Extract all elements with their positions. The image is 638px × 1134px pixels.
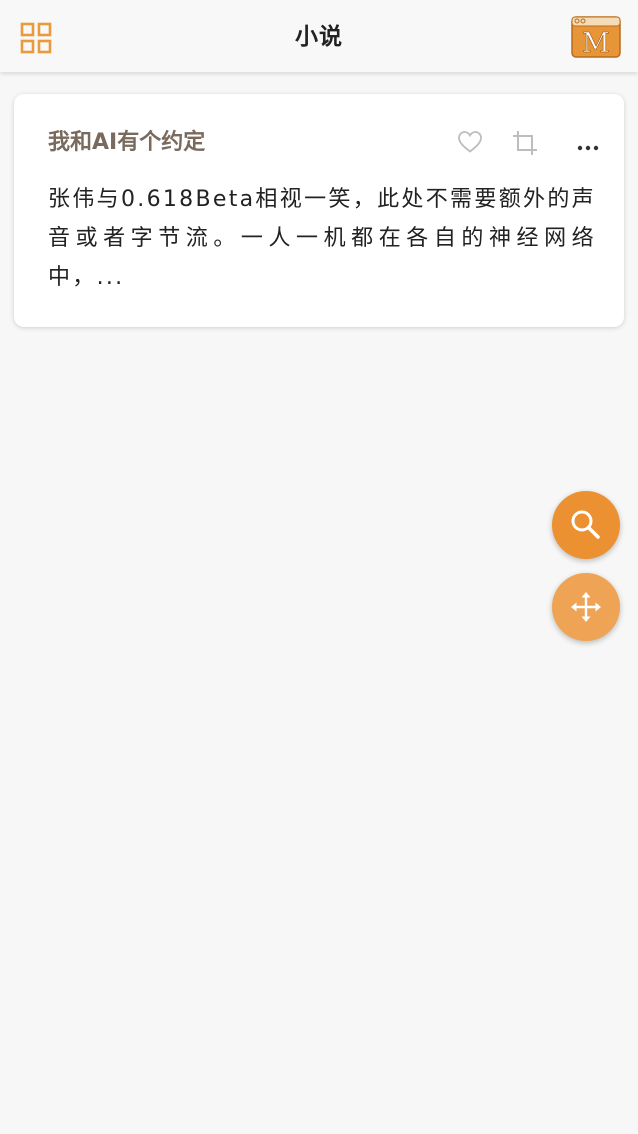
- crop-button[interactable]: [512, 130, 538, 156]
- more-options-button[interactable]: [576, 138, 600, 151]
- app-logo-button[interactable]: M: [571, 16, 621, 59]
- novel-excerpt[interactable]: 张伟与0.618Beta相视一笑，此处不需要额外的声音或者字节流。一人一机都在各…: [48, 180, 596, 297]
- novel-title[interactable]: 我和AI有个约定: [48, 124, 205, 156]
- search-icon: [571, 510, 600, 539]
- app-header: 小说 M: [0, 0, 638, 72]
- more-icon: [577, 145, 599, 151]
- move-icon: [571, 592, 601, 622]
- page-title: 小说: [295, 24, 343, 50]
- favorite-button[interactable]: [457, 130, 483, 154]
- crop-icon: [513, 131, 537, 155]
- logo-letter: M: [582, 28, 610, 58]
- move-button[interactable]: [552, 573, 620, 641]
- novel-card[interactable]: 我和AI有个约定 张伟与0.618Beta相视一笑，此处不需要额外的声音或者字节…: [14, 94, 624, 327]
- book-logo-icon: M: [571, 16, 621, 59]
- search-button[interactable]: [552, 491, 620, 559]
- heart-icon: [458, 131, 482, 153]
